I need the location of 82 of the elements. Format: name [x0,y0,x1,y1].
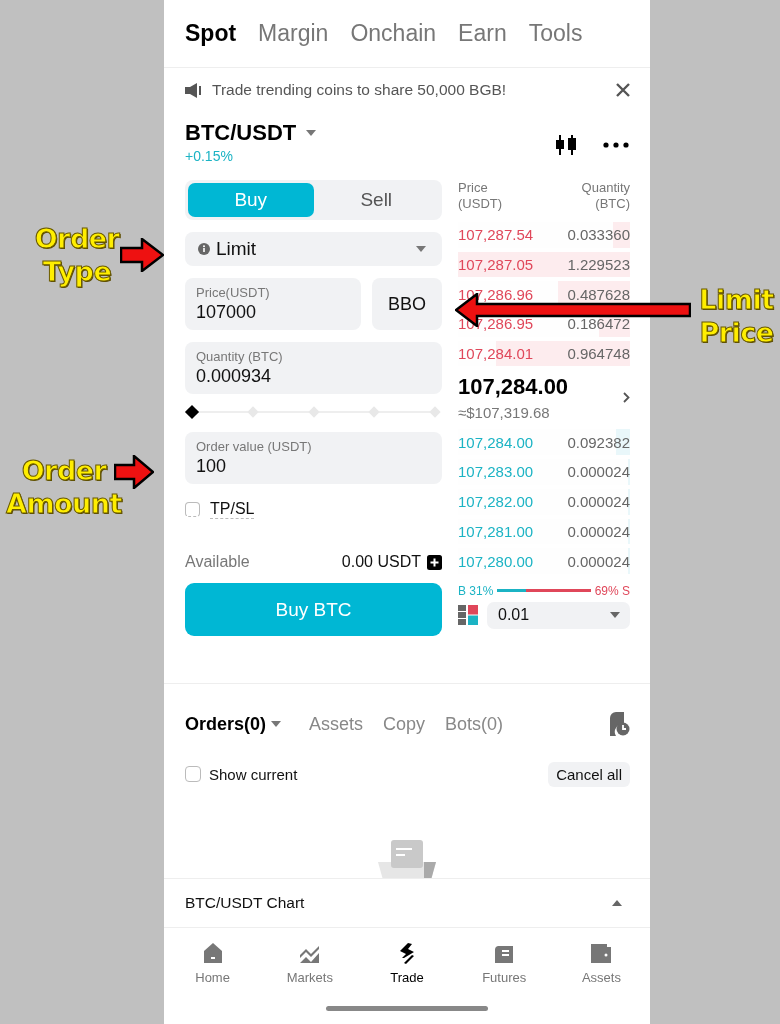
info-icon [198,243,210,255]
amount-slider[interactable] [185,405,442,421]
nav-tab[interactable]: Assets [552,942,650,985]
caret-icon [271,721,282,727]
order-value-field[interactable]: Order value (USDT) 100 [185,432,442,484]
order-quantity: 0.000024 [567,493,630,511]
order-price[interactable]: 107,286.95 [458,315,534,333]
market-tab[interactable]: Onchain [350,20,437,47]
quantity-field[interactable]: Quantity (BTC) 0.000934 [185,342,442,394]
order-price[interactable]: 107,287.54 [458,226,534,244]
cancel-all-button[interactable]: Cancel all [548,761,630,787]
nav-tab[interactable]: Futures [455,942,553,985]
order-price[interactable]: 107,280.00 [458,552,534,570]
column-header: Price (USDT) [458,180,503,212]
dropdown-caret-icon [416,246,426,252]
last-price: 107,284.00 [458,374,570,401]
dropdown-caret-icon [610,612,620,619]
price-field[interactable]: Price(USDT) 107000 [185,278,361,330]
market-tab[interactable]: Tools [528,20,583,47]
promo-text: Trade trending coins to share 50,000 BGB! [212,81,508,99]
order-quantity: 0.186472 [567,315,630,333]
callout-label: Order Amount [5,454,123,520]
available-balance: 0.00 USDT [341,553,421,571]
home-icon [201,942,224,964]
price-change: +0.15% [185,148,234,164]
sell-ratio: 69% S [594,583,630,598]
pair-symbol[interactable]: BTC/USDT [185,120,297,146]
collapse-caret-icon[interactable] [612,900,622,906]
market-tab[interactable]: Spot [185,20,237,47]
close-icon[interactable] [616,83,630,97]
order-quantity: 0.487628 [567,285,630,303]
nav-tab[interactable]: Markets [261,942,359,985]
order-quantity: 1.229523 [567,256,630,274]
tpsl-checkbox[interactable] [185,502,200,517]
callout-label: Order Type [33,222,121,288]
order-quantity: 0.000024 [567,522,630,540]
order-quantity: 0.033360 [567,226,630,244]
more-icon[interactable] [603,142,629,148]
side-tab[interactable]: Buy [188,183,314,217]
order-price[interactable]: 107,284.01 [458,345,534,363]
order-quantity: 0.000024 [567,463,630,481]
callout-label: Limit Price [698,283,775,349]
bbo-button[interactable]: BBO [372,278,442,330]
order-quantity: 0.092382 [567,433,630,451]
tpsl-label[interactable]: TP/SL [210,500,255,519]
precision-dropdown[interactable]: 0.01 [487,601,630,629]
orders-tab[interactable]: Orders(0) [185,713,267,735]
wallet-icon [590,942,613,964]
layout-icon[interactable] [458,605,478,626]
show-current-checkbox[interactable] [185,766,201,782]
order-quantity: 0.000024 [567,552,630,570]
available-label: Available [185,553,251,571]
buy-ratio: B 31% [458,583,494,598]
order-price[interactable]: 107,284.00 [458,433,534,451]
candlestick-icon[interactable] [555,134,577,156]
history-icon[interactable] [608,712,630,736]
orders-tab[interactable]: Bots(0) [445,713,504,735]
orders-tab[interactable]: Assets [309,713,364,735]
plus-icon[interactable] [427,554,442,570]
order-price[interactable]: 107,282.00 [458,493,534,511]
market-tab[interactable]: Margin [258,20,329,47]
order-price[interactable]: 107,283.00 [458,463,534,481]
order-price[interactable]: 107,281.00 [458,522,534,540]
column-header: Quantity (BTC) [581,180,630,212]
last-price-usd: ≈$107,319.68 [458,404,551,422]
chart-title[interactable]: BTC/USDT Chart [185,894,612,912]
buy-button[interactable]: Buy BTC [185,583,442,636]
chevron-right-icon[interactable] [623,392,630,404]
megaphone-icon [185,82,204,98]
caret-icon [306,130,317,136]
order-price[interactable]: 107,287.05 [458,256,534,274]
order-quantity: 0.964748 [567,345,630,363]
nav-tab[interactable]: Trade [358,942,456,985]
order-type-dropdown[interactable]: Limit [185,232,442,266]
show-current-label[interactable]: Show current [209,765,541,783]
side-tab[interactable]: Sell [313,183,439,217]
callout-arrow [120,238,164,272]
callout-arrow [114,455,154,489]
order-price[interactable]: 107,286.96 [458,285,534,303]
orders-tab[interactable]: Copy [383,713,426,735]
nav-tab[interactable]: Home [164,942,262,985]
market-tab[interactable]: Earn [458,20,507,47]
